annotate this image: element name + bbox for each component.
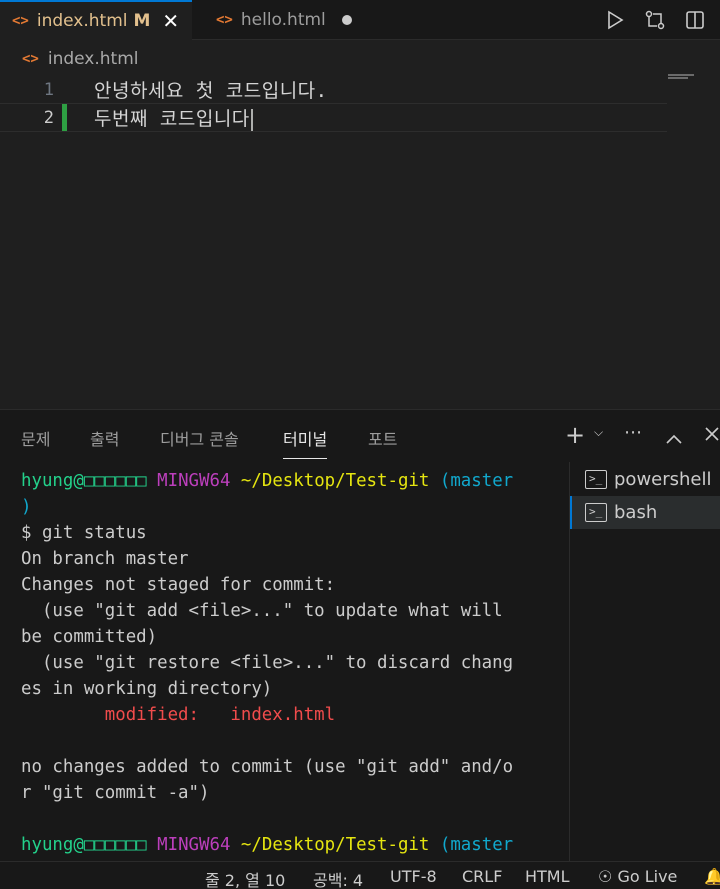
- close-icon[interactable]: ✕: [162, 9, 179, 33]
- line-number: 2: [43, 107, 54, 128]
- notifications-icon[interactable]: 🔔: [704, 867, 720, 886]
- encoding[interactable]: UTF-8: [390, 867, 437, 886]
- line-ending[interactable]: CRLF: [462, 867, 502, 886]
- add-terminal-icon[interactable]: +: [565, 421, 585, 449]
- line-number: 1: [43, 79, 54, 100]
- compare-changes-icon[interactable]: [644, 9, 666, 31]
- go-live-button[interactable]: ☉ Go Live: [598, 867, 677, 886]
- language-mode[interactable]: HTML: [525, 867, 570, 886]
- minimap[interactable]: [668, 74, 700, 80]
- more-actions-icon[interactable]: ⋯: [624, 422, 642, 443]
- code-editor[interactable]: 1 안녕하세요 첫 코드입니다. 2 두번째 코드입니다: [0, 74, 720, 409]
- tab-label: index.html: [36, 11, 128, 31]
- tab-problems[interactable]: 문제: [21, 426, 50, 450]
- tab-ports[interactable]: 포트: [368, 426, 397, 450]
- code-text[interactable]: 두번째 코드입니다: [94, 104, 253, 131]
- prompt-branch: (master: [439, 471, 514, 491]
- terminal-output[interactable]: hyung@□□□□□□ MINGW64 ~/Desktop/Test-git …: [21, 468, 551, 858]
- tab-hello-html[interactable]: <> hello.html: [206, 0, 374, 40]
- broadcast-icon: ☉: [598, 867, 613, 886]
- terminal-line: be committed): [21, 627, 158, 647]
- tab-index-html[interactable]: <> index.html M ✕: [0, 0, 192, 40]
- close-panel-icon[interactable]: [704, 423, 720, 447]
- terminal-line: On branch master: [21, 549, 189, 569]
- added-gutter-marker: [62, 104, 67, 131]
- terminal-name: powershell: [614, 469, 712, 490]
- code-line-current[interactable]: 2 두번째 코드입니다: [0, 103, 667, 132]
- text-cursor: [250, 108, 253, 131]
- editor-actions: [604, 0, 720, 40]
- tab-terminal[interactable]: 터미널: [283, 426, 328, 459]
- terminal-line: r "git commit -a"): [21, 783, 210, 803]
- terminal-name: bash: [614, 502, 658, 523]
- terminal-item-powershell[interactable]: >_ powershell: [570, 463, 720, 496]
- prompt-host: MINGW64: [157, 471, 231, 491]
- chevron-down-icon[interactable]: ⌵: [594, 425, 603, 440]
- gutter: [62, 76, 67, 103]
- breadcrumb-file[interactable]: index.html: [48, 49, 139, 69]
- prompt-path: ~/Desktop/Test-git: [240, 835, 430, 855]
- code-text[interactable]: 안녕하세요 첫 코드입니다.: [94, 76, 328, 103]
- indentation[interactable]: 공백: 4: [313, 867, 363, 889]
- prompt-line: hyung@□□□□□□ MINGW64 ~/Desktop/Test-git …: [21, 832, 551, 858]
- terminal-line: (use "git add <file>..." to update what …: [21, 601, 503, 621]
- prompt-host: MINGW64: [157, 835, 231, 855]
- html-file-icon: <>: [12, 13, 29, 29]
- run-icon[interactable]: [604, 9, 626, 31]
- terminal-line: (use "git restore <file>..." to discard …: [21, 653, 514, 673]
- terminal-line: no changes added to commit (use "git add…: [21, 757, 514, 777]
- minimap-line: [668, 74, 694, 76]
- html-file-icon: <>: [22, 51, 39, 67]
- prompt-branch-close: ): [21, 497, 32, 517]
- terminal-icon: >_: [585, 470, 607, 489]
- code-text-content: 두번째 코드입니다: [94, 108, 250, 130]
- cursor-position[interactable]: 줄 2, 열 10: [205, 867, 285, 889]
- go-live-label: Go Live: [617, 867, 678, 886]
- code-line[interactable]: 1 안녕하세요 첫 코드입니다.: [0, 75, 667, 104]
- prompt-line: hyung@□□□□□□ MINGW64 ~/Desktop/Test-git …: [21, 468, 551, 494]
- prompt-path: ~/Desktop/Test-git: [240, 471, 430, 491]
- tab-output[interactable]: 출력: [90, 426, 119, 450]
- terminal-icon: >_: [585, 503, 607, 522]
- maximize-panel-icon[interactable]: [665, 426, 683, 450]
- terminal-list: >_ powershell >_ bash: [569, 462, 720, 862]
- tab-debug-console[interactable]: 디버그 콘솔: [160, 426, 239, 450]
- tab-label: hello.html: [240, 10, 326, 30]
- terminal-item-bash[interactable]: >_ bash: [570, 496, 720, 529]
- status-bar: 줄 2, 열 10 공백: 4 UTF-8 CRLF HTML ☉ Go Liv…: [0, 861, 720, 889]
- modified-badge: M: [133, 11, 151, 31]
- modified-file-line: modified: index.html: [21, 705, 336, 725]
- prompt-user: hyung@□□□□□□: [21, 471, 147, 491]
- minimap-line: [668, 77, 688, 79]
- editor-tab-bar: <> index.html M ✕ <> hello.html: [0, 0, 720, 40]
- prompt-user: hyung@□□□□□□: [21, 835, 147, 855]
- terminal-command: $ git status: [21, 523, 147, 543]
- terminal-line: es in working directory): [21, 679, 273, 699]
- html-file-icon: <>: [216, 12, 233, 28]
- split-editor-icon[interactable]: [684, 9, 706, 31]
- terminal-line: Changes not staged for commit:: [21, 575, 336, 595]
- bottom-panel: 문제 출력 디버그 콘솔 터미널 포트 + ⌵ ⋯ hyung@□□□□□□ M…: [0, 409, 720, 862]
- panel-tabs: 문제 출력 디버그 콘솔 터미널 포트 + ⌵ ⋯: [0, 410, 720, 464]
- unsaved-dot-icon[interactable]: [341, 15, 352, 25]
- breadcrumb[interactable]: <> index.html: [22, 46, 139, 72]
- prompt-branch: (master: [439, 835, 514, 855]
